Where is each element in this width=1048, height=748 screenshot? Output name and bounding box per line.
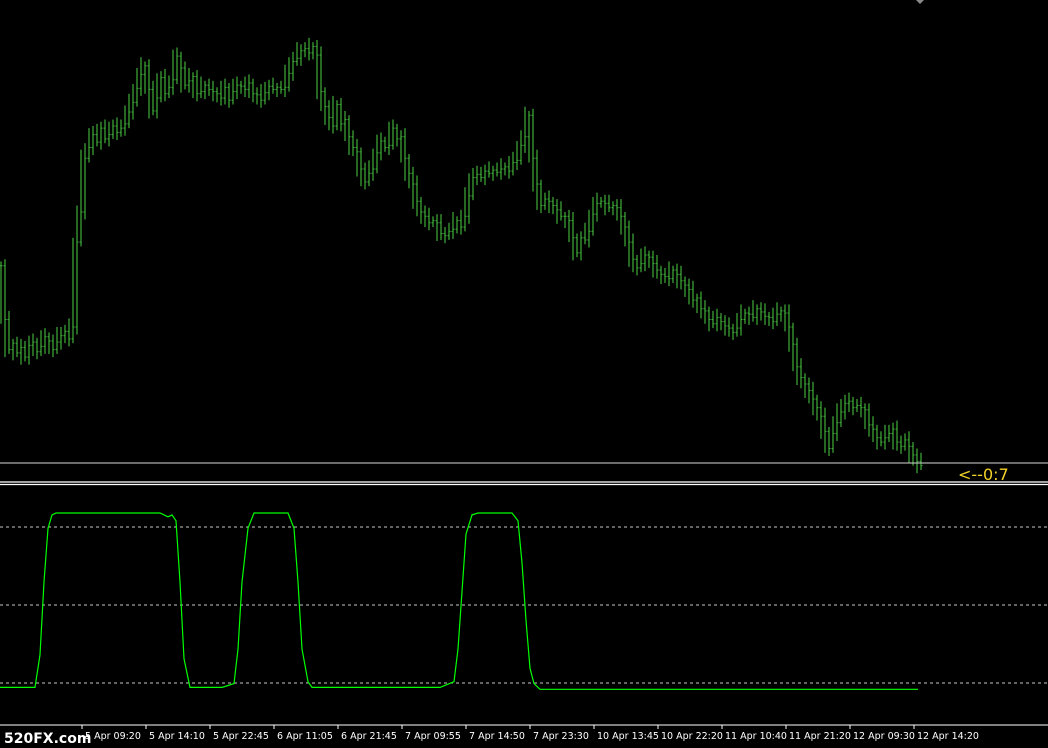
time-tick-label: 12 Apr 14:20 bbox=[917, 731, 979, 742]
chart-canvas[interactable]: <--0:7 5 Apr 09:20 5 Apr 14:10 5 Apr 22:45… bbox=[0, 0, 1048, 748]
time-tick-label: 12 Apr 09:30 bbox=[853, 731, 915, 742]
time-tick-label: 5 Apr 09:20 bbox=[85, 731, 141, 742]
time-tick-label: 7 Apr 09:55 bbox=[405, 731, 461, 742]
time-tick-label: 6 Apr 11:05 bbox=[277, 731, 333, 742]
time-tick-label: 10 Apr 13:45 bbox=[597, 731, 659, 742]
time-tick-label: 6 Apr 21:45 bbox=[341, 731, 397, 742]
chart-window[interactable]: <--0:7 5 Apr 09:20 5 Apr 14:10 5 Apr 22:45… bbox=[0, 0, 1048, 748]
time-tick-label: 7 Apr 14:50 bbox=[469, 731, 525, 742]
bar-countdown-label: <--0:7 bbox=[958, 465, 1009, 484]
time-tick-label: 5 Apr 14:10 bbox=[149, 731, 205, 742]
time-tick-label: 5 Apr 22:45 bbox=[213, 731, 269, 742]
time-tick-label: 10 Apr 22:20 bbox=[661, 731, 723, 742]
time-tick-label: 11 Apr 21:20 bbox=[789, 731, 851, 742]
time-tick-label: 7 Apr 23:30 bbox=[533, 731, 589, 742]
time-tick-label: 11 Apr 10:40 bbox=[725, 731, 787, 742]
watermark-logo: 520FX.com bbox=[4, 731, 91, 747]
